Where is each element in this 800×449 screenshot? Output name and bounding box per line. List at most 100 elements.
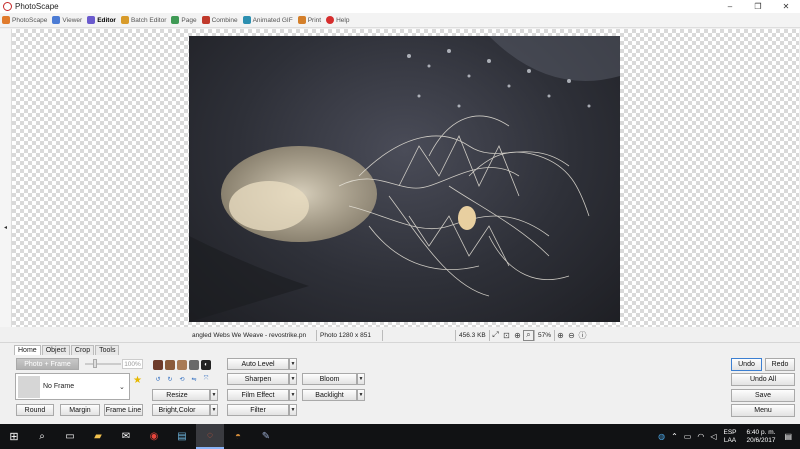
negative-icon[interactable]: ◐ (201, 360, 211, 370)
favorite-star-icon[interactable]: ★ (133, 375, 142, 386)
opacity-slider-track[interactable] (85, 363, 121, 365)
tab-combine[interactable]: Combine (201, 14, 238, 27)
opacity-slider-handle[interactable] (93, 359, 97, 368)
straighten-icon[interactable]: ⤧ (201, 374, 211, 384)
brightness-medium-icon[interactable] (165, 360, 175, 370)
tool-icons-row-1: ◐ (153, 360, 211, 370)
page-icon (171, 16, 180, 24)
editor-icon (87, 16, 96, 24)
paint-app-icon[interactable]: ✎ (252, 424, 280, 449)
menu-button[interactable]: Menu (731, 404, 795, 417)
round-button[interactable]: Round (16, 404, 54, 416)
sharpen-dropdown-arrow-icon[interactable]: ▼ (289, 373, 297, 385)
auto-level-dropdown-arrow-icon[interactable]: ▼ (289, 358, 297, 370)
info-icon[interactable]: ⓘ (577, 330, 588, 341)
input-language[interactable]: ESP LAA (724, 429, 737, 445)
tab-print[interactable]: Print (297, 14, 321, 27)
frame-line-button[interactable]: Frame Line (104, 404, 143, 416)
backlight-button[interactable]: Backlight (302, 389, 357, 401)
media-app-icon[interactable]: ◓ (224, 424, 252, 449)
photoscape-taskbar-icon[interactable]: ◌ (196, 424, 224, 449)
undo-all-button[interactable]: Undo All (731, 373, 795, 386)
auto-level-button[interactable]: Auto Level (227, 358, 289, 370)
wifi-icon[interactable]: ◠ (697, 432, 704, 441)
batch-editor-icon (120, 16, 129, 24)
resize-button[interactable]: Resize (152, 389, 210, 401)
zoom-out-icon[interactable]: ⊖ (566, 330, 577, 341)
left-panel-toggle[interactable]: ◂ (0, 29, 12, 327)
tab-photoscape[interactable]: PhotoScape (2, 14, 47, 27)
flip-icon[interactable]: ⇋ (189, 374, 199, 384)
animated-gif-icon (242, 16, 251, 24)
panel-tabs: Home Object Crop Tools (14, 345, 120, 355)
battery-icon[interactable]: ▭ (684, 432, 692, 441)
photo-dimensions: Photo 1280 x 851 (317, 329, 383, 341)
zoom-window-icon[interactable]: ⌕ (523, 329, 534, 341)
tab-help[interactable]: Help (326, 14, 349, 27)
chrome-icon[interactable]: ◉ (140, 424, 168, 449)
bloom-button[interactable]: Bloom (302, 373, 357, 385)
opacity-value: 100% (122, 359, 143, 369)
photoscape-logo-icon (3, 2, 12, 11)
help-icon (326, 16, 335, 24)
redo-button[interactable]: Redo (765, 358, 795, 371)
resize-dropdown-arrow-icon[interactable]: ▼ (210, 389, 218, 401)
filter-dropdown-arrow-icon[interactable]: ▼ (289, 404, 297, 416)
film-effect-dropdown-arrow-icon[interactable]: ▼ (289, 389, 297, 401)
task-view-icon[interactable]: ▭ (56, 424, 84, 449)
rotate-left-icon[interactable]: ↺ (153, 374, 163, 384)
tab-viewer[interactable]: Viewer (52, 14, 82, 27)
filter-button[interactable]: Filter (227, 404, 289, 416)
volume-icon[interactable]: ◁ (710, 432, 716, 441)
windows-start-icon[interactable]: ⊞ (0, 424, 28, 449)
notes-app-icon[interactable]: ▤ (168, 424, 196, 449)
fit-screen-icon[interactable]: ⤢ (490, 330, 501, 341)
file-explorer-icon[interactable]: ▰ (84, 424, 112, 449)
zoom-in-icon[interactable]: ⊕ (555, 330, 566, 341)
tab-home[interactable]: Home (14, 345, 41, 355)
show-hidden-icons-chevron-icon[interactable]: ⌃ (671, 432, 678, 441)
bright-color-dropdown-arrow-icon[interactable]: ▼ (210, 404, 218, 416)
viewer-icon (52, 16, 61, 24)
search-icon[interactable]: ⌕ (28, 424, 56, 449)
tool-icons-row-2: ↺ ↻ ⟲ ⇋ ⤧ (153, 374, 211, 384)
mail-icon[interactable]: ✉ (112, 424, 140, 449)
edited-photo[interactable] (189, 36, 620, 322)
tab-crop[interactable]: Crop (70, 345, 95, 355)
tab-object[interactable]: Object (41, 345, 70, 355)
undo-button[interactable]: Undo (731, 358, 762, 371)
actual-size-icon[interactable]: ⊡ (501, 330, 512, 341)
brightness-dark-icon[interactable] (153, 360, 163, 370)
maximize-button[interactable]: ❐ (744, 0, 772, 13)
module-tabs: PhotoScape Viewer Editor Batch Editor Pa… (0, 13, 800, 28)
grayscale-icon[interactable] (189, 360, 199, 370)
sharpen-button[interactable]: Sharpen (227, 373, 289, 385)
tab-tools[interactable]: Tools (95, 345, 120, 355)
close-button[interactable]: ✕ (772, 0, 800, 13)
zoom-fit-icon[interactable]: ⊕ (512, 330, 523, 341)
rotate-free-icon[interactable]: ⟲ (177, 374, 187, 384)
language-globe-icon[interactable]: ◍ (658, 432, 665, 441)
notifications-icon[interactable]: ▤ (784, 432, 792, 441)
frame-thumbnail (18, 375, 40, 398)
save-button[interactable]: Save (731, 389, 795, 402)
tab-animated-gif[interactable]: Animated GIF (242, 14, 293, 27)
bright-color-button[interactable]: Bright,Color (152, 404, 210, 416)
expand-arrow-icon: ◂ (4, 225, 8, 231)
clock[interactable]: 6:40 p. m. 20/6/2017 (747, 429, 776, 445)
rotate-right-icon[interactable]: ↻ (165, 374, 175, 384)
tab-page[interactable]: Page (171, 14, 197, 27)
photoscape-icon (2, 16, 10, 24)
bloom-dropdown-arrow-icon[interactable]: ▼ (357, 373, 365, 385)
title-bar: PhotoScape – ❐ ✕ (0, 0, 800, 13)
film-effect-button[interactable]: Film Effect (227, 389, 289, 401)
tab-editor[interactable]: Editor (87, 14, 116, 27)
brightness-light-icon[interactable] (177, 360, 187, 370)
zoom-level: 57% (534, 329, 556, 341)
tab-batch-editor[interactable]: Batch Editor (120, 14, 166, 27)
frame-select[interactable]: No Frame ⌄ (15, 373, 130, 400)
margin-button[interactable]: Margin (60, 404, 100, 416)
minimize-button[interactable]: – (716, 0, 744, 13)
backlight-dropdown-arrow-icon[interactable]: ▼ (357, 389, 365, 401)
photo-frame-button[interactable]: Photo + Frame (16, 358, 79, 370)
